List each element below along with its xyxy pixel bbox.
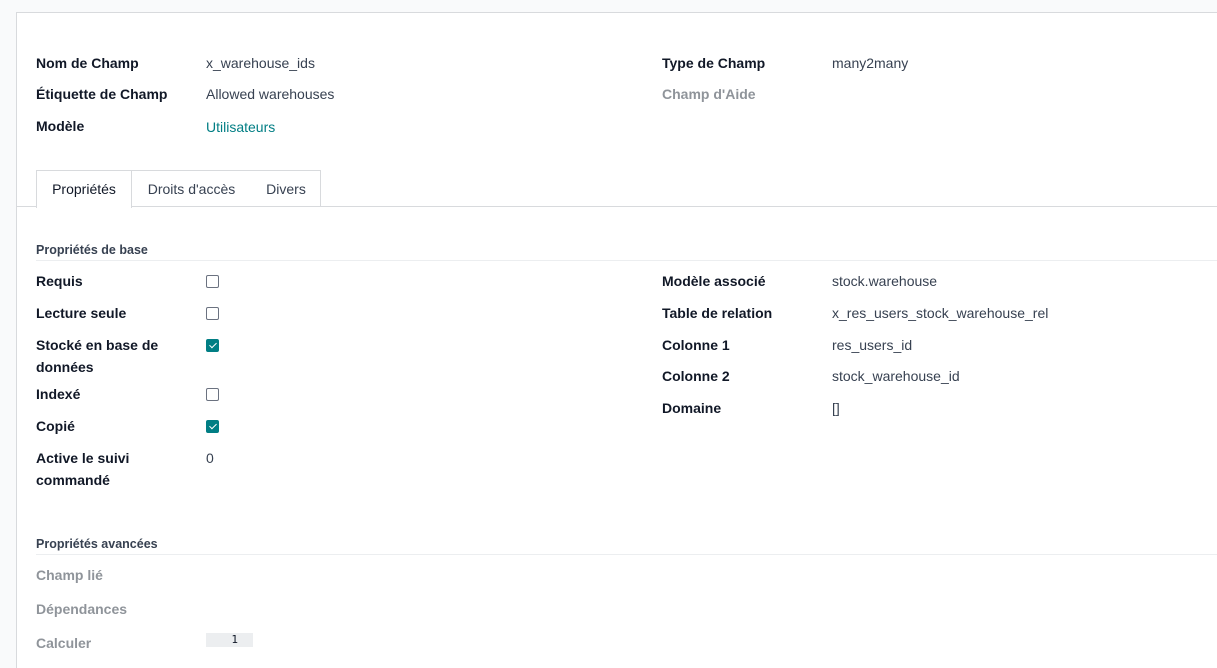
related-model-label: Modèle associé <box>662 273 766 289</box>
field-name-label: Nom de Champ <box>36 55 139 71</box>
basic-properties-separator <box>36 260 1217 261</box>
column1-value[interactable]: res_users_id <box>832 337 912 353</box>
column1-label: Colonne 1 <box>662 337 730 353</box>
tracking-label-line1: Active le suivi <box>36 450 130 466</box>
field-type-label: Type de Champ <box>662 55 766 71</box>
advanced-properties-separator <box>36 554 1217 555</box>
field-label-label: Étiquette de Champ <box>36 86 168 102</box>
model-link[interactable]: Utilisateurs <box>206 119 275 135</box>
required-label: Requis <box>36 273 83 289</box>
stored-label-line1: Stocké en base de <box>36 337 159 353</box>
form-sheet: Nom de Champ x_warehouse_ids Étiquette d… <box>16 12 1217 668</box>
required-checkbox[interactable] <box>206 275 219 288</box>
model-label: Modèle <box>36 118 85 134</box>
tab-properties[interactable]: Propriétés <box>36 170 132 208</box>
stored-checkbox[interactable] <box>206 339 219 352</box>
column2-label: Colonne 2 <box>662 368 730 384</box>
field-type-value[interactable]: many2many <box>832 55 908 71</box>
copied-checkbox[interactable] <box>206 420 219 433</box>
basic-properties-title: Propriétés de base <box>36 243 148 257</box>
relation-table-label: Table de relation <box>662 305 773 321</box>
help-label: Champ d'Aide <box>662 86 756 102</box>
field-name-value[interactable]: x_warehouse_ids <box>206 55 315 71</box>
compute-code-editor[interactable]: 1 <box>206 633 253 647</box>
readonly-label: Lecture seule <box>36 305 127 321</box>
column2-value[interactable]: stock_warehouse_id <box>832 368 960 384</box>
field-label-value[interactable]: Allowed warehouses <box>206 86 334 102</box>
tab-misc[interactable]: Divers <box>252 170 321 206</box>
dependencies-label: Dépendances <box>36 601 128 617</box>
domain-label: Domaine <box>662 400 722 416</box>
stored-label-line2: données <box>36 359 94 375</box>
tab-access-rights[interactable]: Droits d'accès <box>131 170 253 206</box>
related-model-value[interactable]: stock.warehouse <box>832 273 937 289</box>
domain-value[interactable]: [] <box>832 400 840 416</box>
advanced-properties-title: Propriétés avancées <box>36 537 158 551</box>
compute-label: Calculer <box>36 635 92 651</box>
tracking-value[interactable]: 0 <box>206 450 214 466</box>
code-line-number: 1 <box>231 633 238 646</box>
readonly-checkbox[interactable] <box>206 307 219 320</box>
related-field-label: Champ lié <box>36 567 103 583</box>
indexed-label: Indexé <box>36 386 81 402</box>
indexed-checkbox[interactable] <box>206 388 219 401</box>
copied-label: Copié <box>36 418 75 434</box>
tracking-label-line2: commandé <box>36 472 110 488</box>
relation-table-value[interactable]: x_res_users_stock_warehouse_rel <box>832 305 1048 321</box>
